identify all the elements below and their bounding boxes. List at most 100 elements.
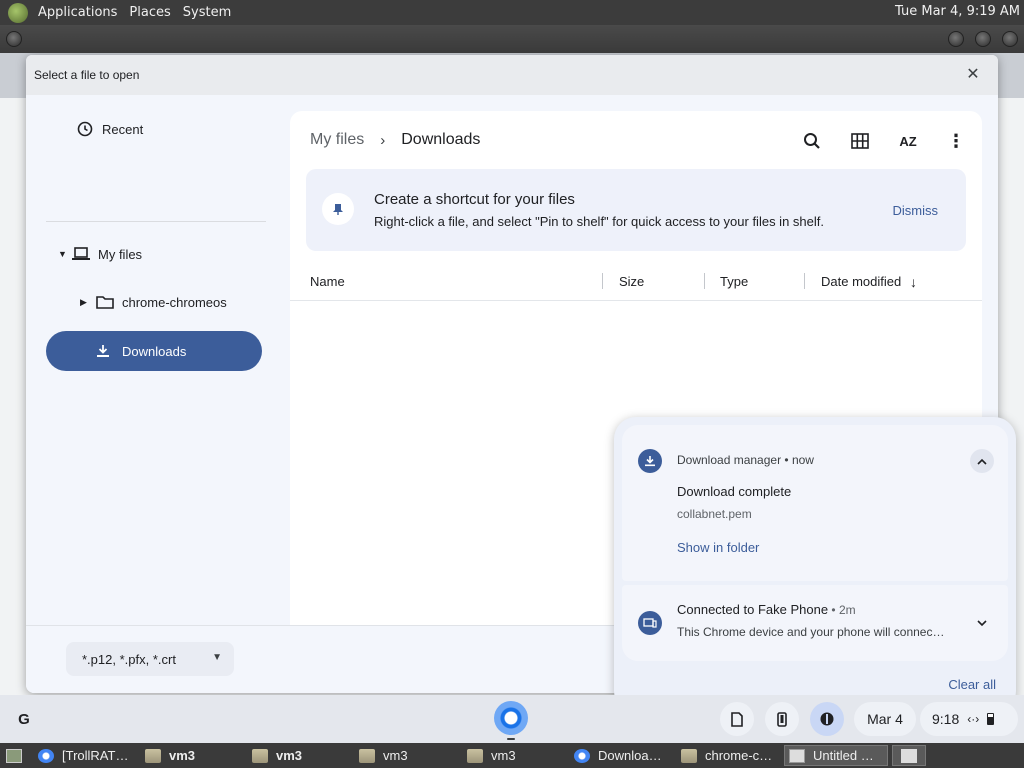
notification-time: 2m — [838, 603, 856, 617]
folder-icon — [145, 748, 161, 763]
banner-body: Right-click a file, and select "Pin to s… — [374, 214, 824, 229]
vm-minimize-button[interactable] — [948, 31, 964, 47]
laptop-icon — [70, 244, 92, 264]
dialog-title: Select a file to open — [34, 68, 140, 82]
sidebar: Recent ▼ My files ▶ chrome-chromeos Down… — [26, 95, 281, 625]
network-icon: ‹·› — [967, 712, 980, 726]
workspace-switcher[interactable] — [892, 745, 926, 766]
taskbar-button[interactable]: [TrollRAT… — [34, 745, 138, 766]
chrome-icon — [574, 748, 590, 763]
file-type-filter[interactable]: *.p12, *.pfx, *.crt ▼ — [66, 642, 234, 676]
notification-phone[interactable]: Connected to Fake Phone • 2m This Chrome… — [622, 585, 1008, 661]
taskbar-button-label: vm3 — [276, 748, 303, 763]
caret-down-icon[interactable]: ▼ — [58, 249, 70, 259]
notification-title: Download complete — [677, 484, 792, 499]
taskbar-button[interactable]: vm3 — [463, 745, 567, 766]
download-icon — [92, 341, 114, 361]
host-top-panel: Applications Places System Tue Mar 4, 9:… — [0, 0, 1024, 25]
grid-view-icon[interactable] — [846, 127, 874, 155]
sidebar-item-label: My files — [98, 246, 143, 262]
column-divider[interactable] — [804, 273, 805, 289]
taskbar-button[interactable]: vm3 — [248, 745, 352, 766]
clock-icon — [74, 119, 96, 139]
show-desktop-icon[interactable] — [2, 745, 28, 766]
filter-value: *.p12, *.pfx, *.crt — [82, 652, 176, 667]
chevron-down-icon[interactable] — [970, 611, 994, 635]
date-tray[interactable]: Mar 4 — [854, 702, 916, 736]
column-name[interactable]: Name — [310, 274, 345, 289]
chevron-right-icon: › — [380, 131, 386, 149]
more-vert-icon[interactable]: ⋮ — [942, 127, 970, 155]
sidebar-item-downloads[interactable]: Downloads — [46, 331, 262, 371]
status-tray[interactable]: 9:18 ‹·› — [920, 702, 1018, 736]
pin-icon — [322, 193, 354, 225]
distro-logo-icon[interactable] — [8, 2, 28, 23]
phone-hub-icon — [638, 611, 662, 635]
breadcrumb-downloads: Downloads — [401, 131, 481, 148]
taskbar-button[interactable]: chrome-c… — [677, 745, 781, 766]
chromeos-desktop: Select a file to open ✕ Recent ▼ My file… — [0, 53, 1024, 743]
sidebar-item-label: chrome-chromeos — [122, 294, 227, 310]
taskbar-button[interactable]: Untitled … — [784, 745, 888, 766]
notification-download[interactable]: Download manager • now Download complete… — [622, 425, 1008, 581]
folder-icon — [467, 748, 483, 763]
close-icon[interactable]: ✕ — [964, 66, 982, 84]
sidebar-item-recent[interactable]: Recent — [74, 109, 143, 149]
chromeos-shelf: G Mar 4 9:18 ‹·› — [0, 695, 1024, 743]
banner-title: Create a shortcut for your files — [374, 191, 575, 208]
breadcrumb: My files › Downloads — [310, 128, 480, 152]
vm-titlebar[interactable] — [0, 25, 1024, 53]
sidebar-item-chrome-chromeos[interactable]: ▶ chrome-chromeos — [80, 282, 227, 322]
desktop-icon — [6, 748, 22, 763]
breadcrumb-my-files[interactable]: My files — [310, 131, 364, 149]
show-in-folder-button[interactable]: Show in folder — [677, 540, 759, 555]
dismiss-button[interactable]: Dismiss — [893, 203, 939, 218]
launcher-button[interactable]: G — [8, 703, 40, 735]
sort-icon[interactable]: AZ — [894, 127, 922, 155]
holding-space-icon[interactable] — [720, 702, 754, 736]
sidebar-item-my-files[interactable]: ▼ My files — [58, 234, 142, 274]
sidebar-divider — [46, 221, 266, 222]
arrow-down-icon[interactable]: ↓ — [910, 274, 917, 290]
search-icon[interactable] — [798, 127, 826, 155]
column-type[interactable]: Type — [720, 274, 748, 289]
caret-right-icon[interactable]: ▶ — [80, 297, 94, 308]
menu-system[interactable]: System — [177, 5, 237, 20]
phone-icon[interactable] — [765, 702, 799, 736]
window-icon — [789, 748, 805, 763]
clear-all-button[interactable]: Clear all — [948, 677, 996, 692]
taskbar-button-label: [TrollRAT… — [62, 748, 129, 763]
dropdown-arrow-icon: ▼ — [212, 652, 222, 663]
column-divider[interactable] — [704, 273, 705, 289]
notification-title: Connected to Fake Phone • 2m — [677, 602, 856, 617]
notification-body: collabnet.pem — [677, 507, 752, 521]
menu-places[interactable]: Places — [123, 5, 176, 20]
taskbar-button-label: Untitled … — [813, 748, 874, 763]
taskbar-button[interactable]: vm3 — [141, 745, 245, 766]
sidebar-item-label: Recent — [102, 121, 144, 137]
time-label: 9:18 — [932, 711, 960, 727]
workspace-icon — [901, 748, 917, 763]
chevron-up-icon[interactable] — [970, 449, 994, 473]
taskbar-button-label: chrome-c… — [705, 748, 773, 763]
taskbar-button[interactable]: Downloa… — [570, 745, 674, 766]
column-divider[interactable] — [602, 273, 603, 289]
vm-menu-button[interactable] — [6, 31, 22, 47]
host-taskbar: [TrollRAT… vm3 vm3 vm3 vm3 Downloa… chrome-c… U… — [0, 743, 1024, 768]
menu-applications[interactable]: Applications — [32, 5, 123, 20]
taskbar-button-label: Downloa… — [598, 748, 662, 763]
taskbar-button[interactable]: vm3 — [355, 745, 459, 766]
vm-close-button[interactable] — [1002, 31, 1018, 47]
folder-icon — [681, 748, 697, 763]
vm-maximize-button[interactable] — [975, 31, 991, 47]
column-size[interactable]: Size — [619, 274, 644, 289]
dialog-titlebar: Select a file to open ✕ — [26, 55, 998, 95]
source-label: Connected to Fake Phone — [677, 602, 829, 617]
chrome-icon — [38, 748, 54, 763]
host-clock[interactable]: Tue Mar 4, 9:19 AM — [895, 4, 1020, 19]
taskbar-button-label: vm3 — [383, 748, 408, 763]
taskbar-button-label: vm3 — [491, 748, 516, 763]
column-date-modified[interactable]: Date modified — [821, 274, 901, 289]
notification-tray-icon[interactable] — [810, 702, 844, 736]
chrome-icon[interactable] — [494, 701, 528, 740]
